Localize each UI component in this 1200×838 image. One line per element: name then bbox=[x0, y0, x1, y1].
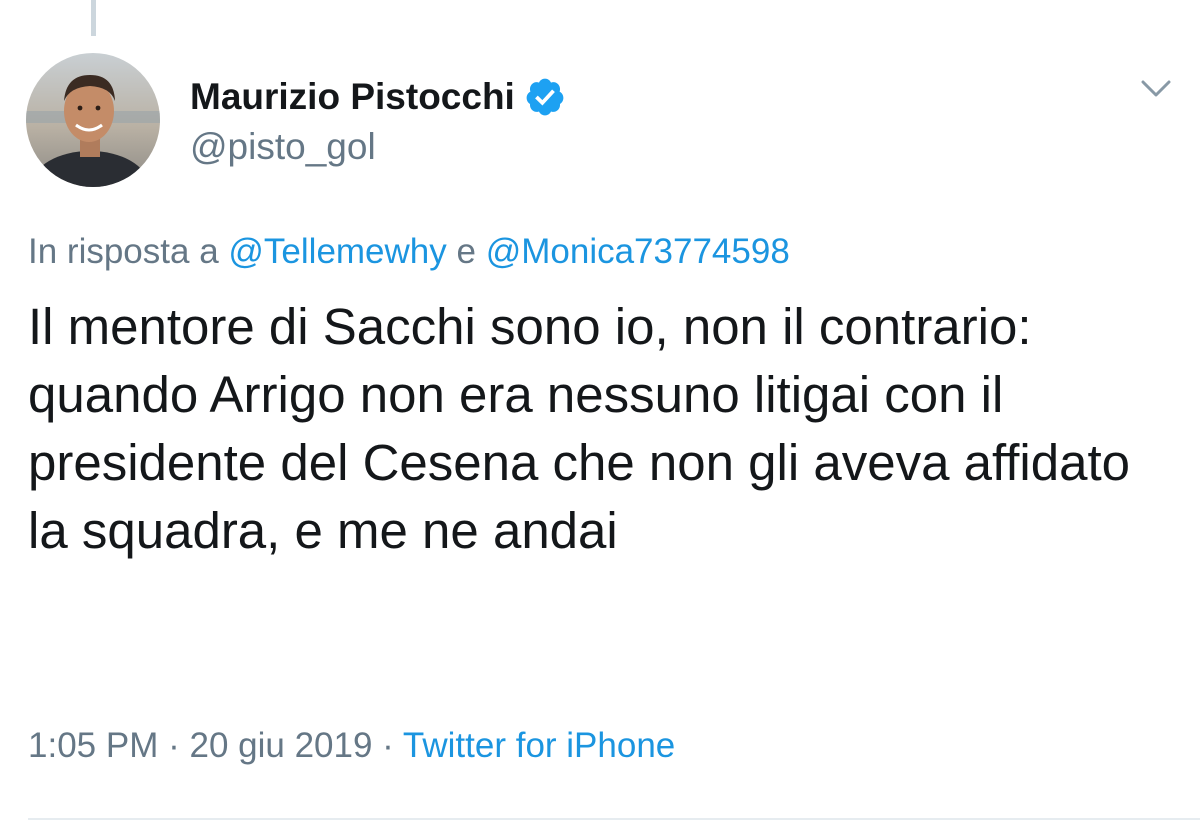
verified-badge-icon bbox=[526, 78, 564, 116]
reply-mention-link[interactable]: @Tellemewhy bbox=[228, 232, 446, 271]
chevron-down-icon[interactable] bbox=[1140, 79, 1172, 99]
divider bbox=[28, 818, 1200, 820]
reply-context: In risposta a @Tellemewhy e @Monica73774… bbox=[28, 232, 790, 272]
author-name-row[interactable]: Maurizio Pistocchi bbox=[190, 72, 566, 122]
thread-connector-line bbox=[91, 0, 96, 36]
avatar[interactable] bbox=[26, 53, 160, 187]
tweet-metadata: 1:05 PM · 20 giu 2019 · Twitter for iPho… bbox=[28, 726, 675, 766]
meta-separator: · bbox=[382, 726, 394, 765]
author-handle[interactable]: @pisto_gol bbox=[190, 126, 376, 168]
author-display-name[interactable]: Maurizio Pistocchi bbox=[190, 76, 515, 118]
tweet-text: Il mentore di Sacchi sono io, non il con… bbox=[28, 298, 1131, 559]
meta-separator: · bbox=[168, 726, 180, 765]
avatar-photo bbox=[26, 53, 160, 187]
tweet-date[interactable]: 20 giu 2019 bbox=[189, 726, 372, 765]
reply-mention-link[interactable]: @Monica73774598 bbox=[486, 232, 790, 271]
tweet-time[interactable]: 1:05 PM bbox=[28, 726, 158, 765]
reply-conjunction: e bbox=[456, 232, 476, 271]
tweet-source-link[interactable]: Twitter for iPhone bbox=[403, 726, 675, 765]
reply-prefix: In risposta a bbox=[28, 232, 219, 271]
